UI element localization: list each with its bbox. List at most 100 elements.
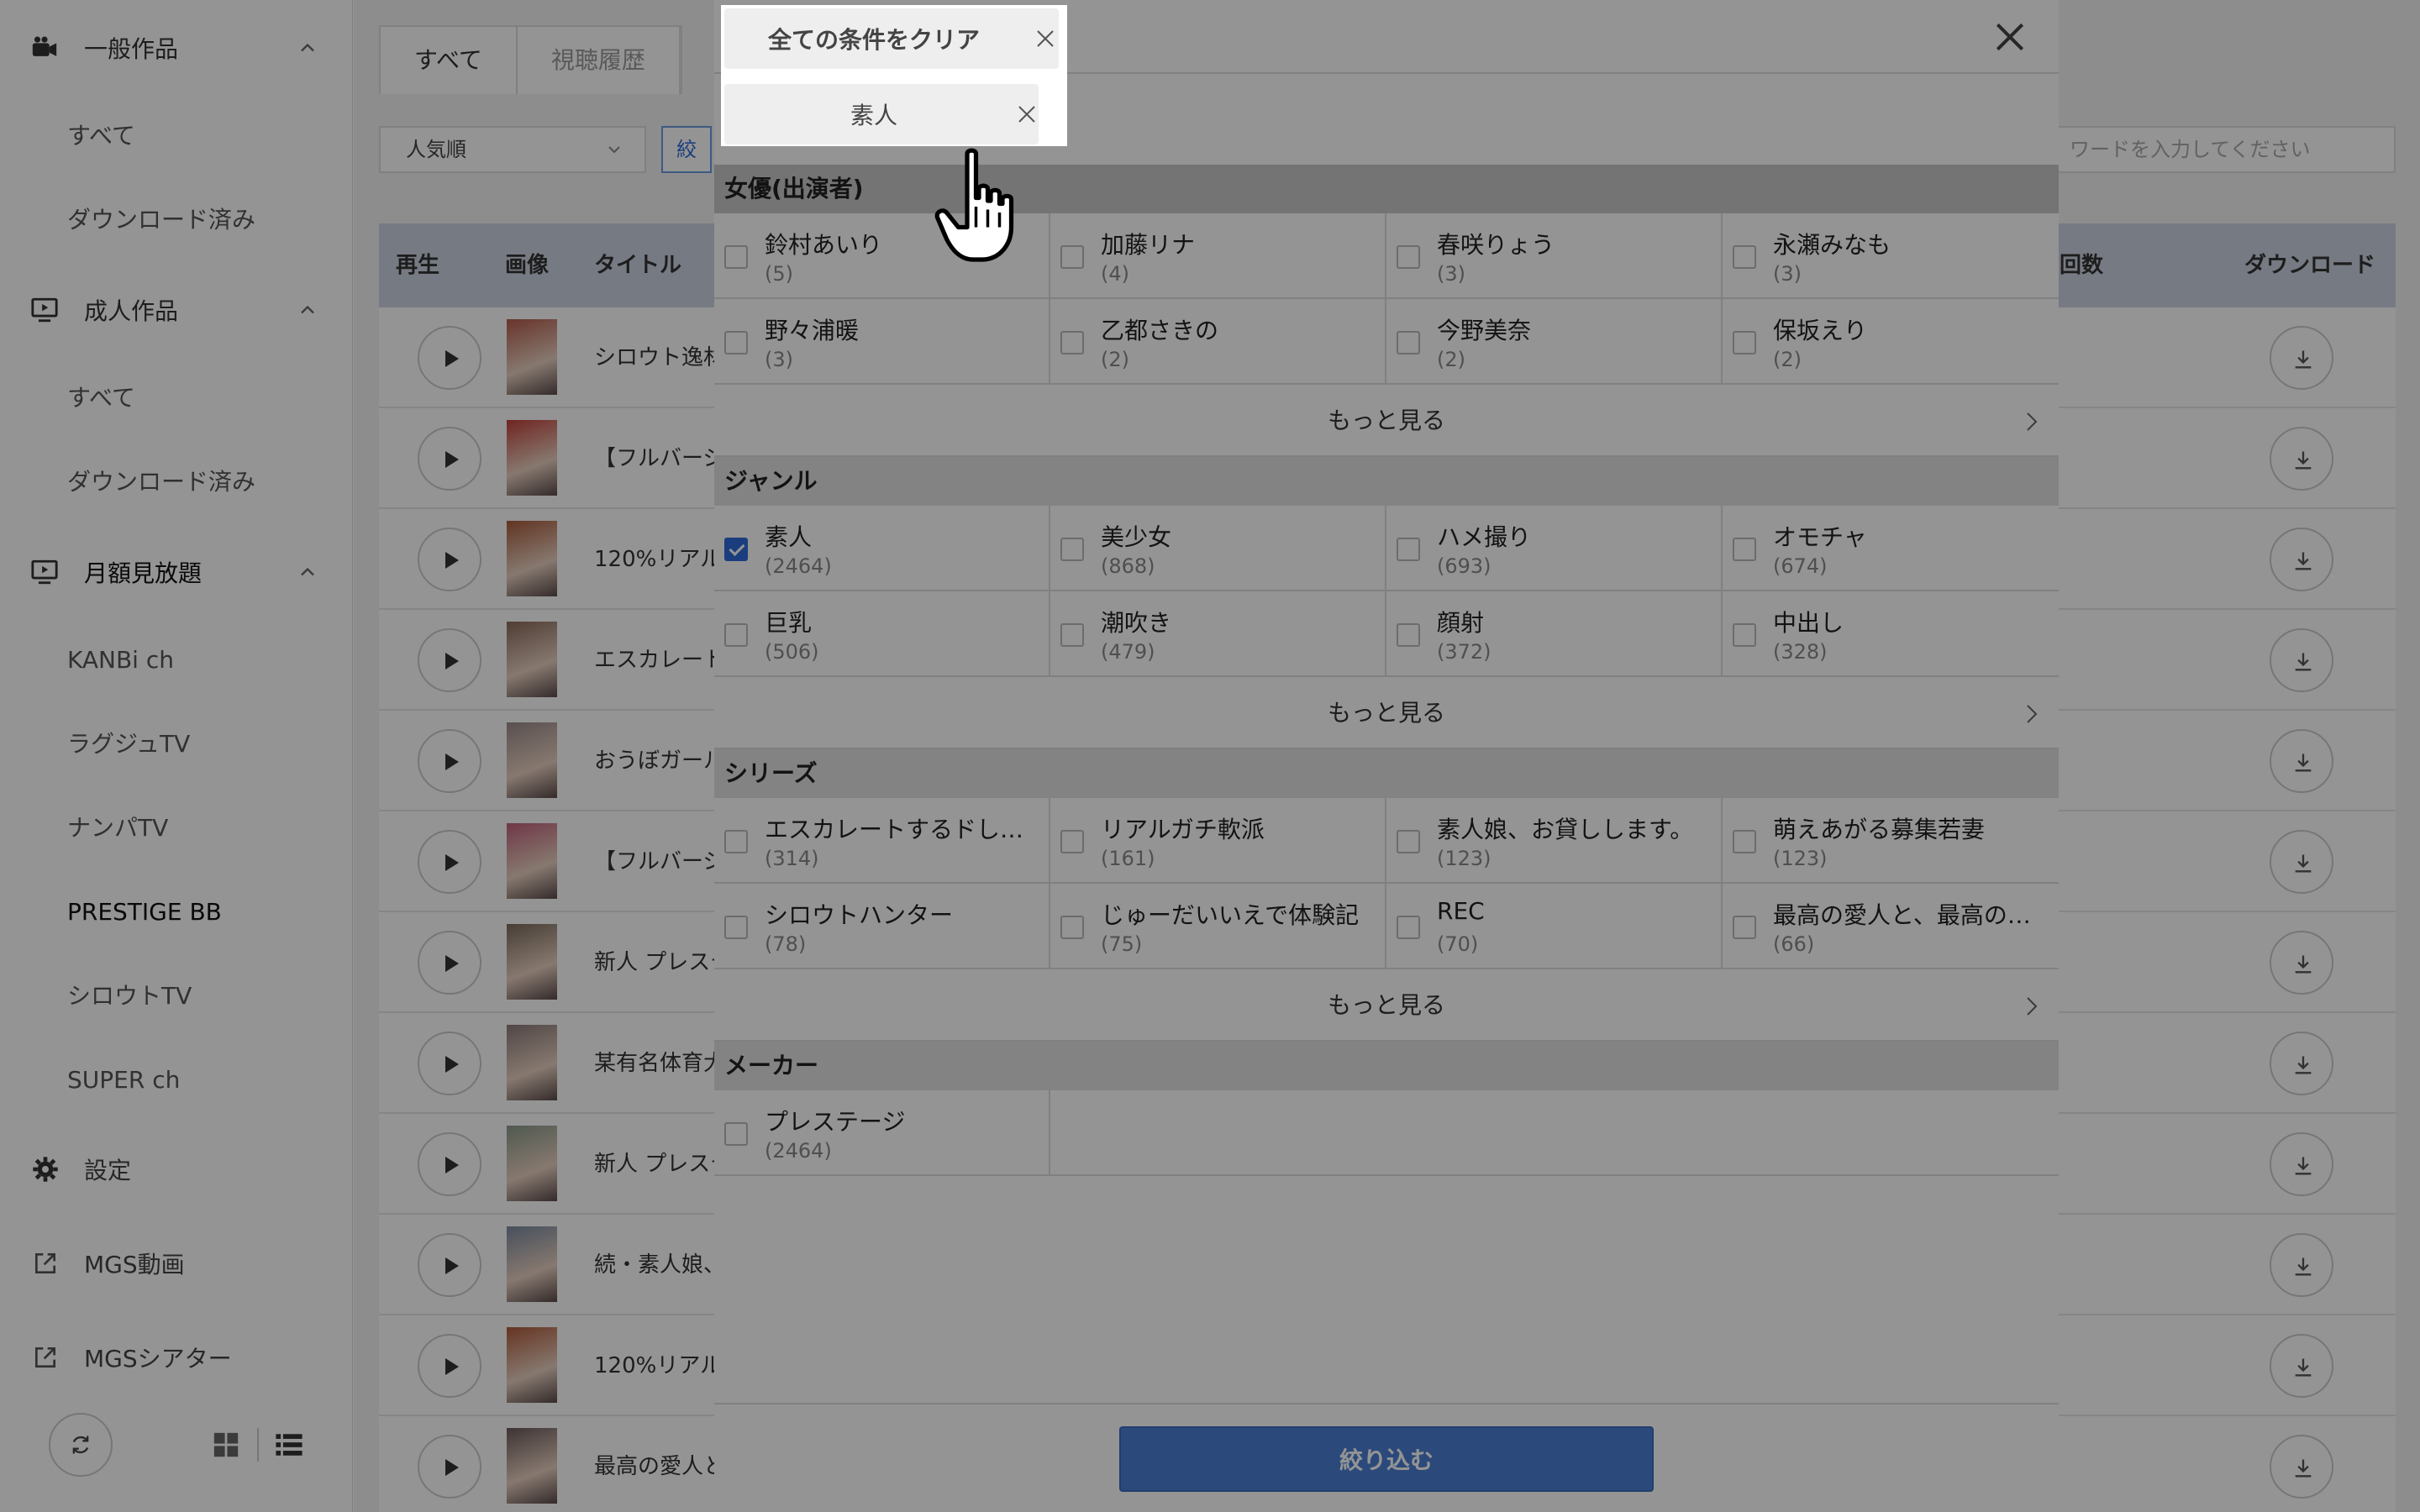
pointing-hand-cursor-icon — [934, 148, 1014, 262]
filter-checkbox[interactable] — [1397, 830, 1420, 853]
filter-option-name: オモチャ — [1773, 523, 1867, 551]
filter-option-count: (2464) — [765, 1139, 832, 1163]
filter-checkbox[interactable] — [1060, 830, 1084, 853]
filter-checkbox[interactable] — [1733, 331, 1756, 354]
filter-option-name: プレステージ — [765, 1108, 906, 1136]
filter-checkbox[interactable] — [724, 916, 748, 939]
filter-option-name: じゅーだいいえで体験記 — [1101, 901, 1360, 929]
filter-option-series[interactable]: 素人娘、お貸しします。 (123) — [1386, 798, 1723, 882]
filter-option-name: 保坂えり — [1773, 317, 1868, 344]
filter-option-name: シロウトハンター — [765, 901, 954, 929]
filter-checkbox[interactable] — [724, 1122, 748, 1146]
filter-checkbox[interactable] — [1397, 331, 1420, 354]
filter-option-genres[interactable]: ハメ撮り (693) — [1386, 506, 1723, 590]
filter-option-name: 美少女 — [1101, 523, 1172, 551]
filter-option-count: (5) — [765, 262, 793, 286]
filter-option-count: (506) — [765, 640, 819, 664]
filter-option-genres[interactable]: 巨乳 (506) — [714, 591, 1050, 675]
filter-option-name: エスカレートするドし… — [765, 816, 1024, 843]
filter-option-name: 潮吹き — [1101, 609, 1172, 637]
active-filter-chip[interactable]: 素人 — [724, 84, 1039, 144]
filter-option-count: (2) — [1101, 348, 1129, 371]
filter-option-name: REC — [1437, 897, 1485, 925]
filter-grid-row: 野々浦暖 (3) 乙都さきの (2) 今野美奈 (2) 保坂えり (2) — [714, 299, 2059, 385]
filter-option-count: (3) — [765, 348, 793, 371]
filter-option-series[interactable]: 萌えあがる募集若妻 (123) — [1723, 798, 2059, 882]
filter-checkbox[interactable] — [1060, 331, 1084, 354]
filter-checkbox[interactable] — [1397, 538, 1420, 561]
show-more-label: もっと見る — [1327, 407, 1445, 434]
active-filter-chip-label: 素人 — [850, 102, 898, 129]
filter-checkbox[interactable] — [724, 623, 748, 647]
filter-option-actresses[interactable]: 乙都さきの (2) — [1050, 299, 1386, 383]
filter-modal: 女優(出演者) 鈴村あいり (5) 加藤リナ (4) 春咲りょう (3) 永瀬みなも (3) 野々… — [714, 0, 2059, 1512]
filter-option-genres[interactable]: 素人 (2464) — [714, 506, 1050, 590]
apply-filter-button[interactable]: 絞り込む — [1119, 1426, 1654, 1492]
filter-option-series[interactable]: シロウトハンター (78) — [714, 884, 1050, 968]
filter-option-genres[interactable]: 潮吹き (479) — [1050, 591, 1386, 675]
filter-option-genres[interactable]: 中出し (328) — [1723, 591, 2059, 675]
filter-checkbox[interactable] — [1733, 916, 1756, 939]
show-more-series[interactable]: もっと見る — [714, 969, 2059, 1042]
filter-option-actresses[interactable]: 永瀬みなも (3) — [1723, 213, 2059, 297]
filter-option-actresses[interactable]: 今野美奈 (2) — [1386, 299, 1723, 383]
category-header-genres: ジャンル — [714, 457, 2059, 506]
filter-option-series[interactable]: じゅーだいいえで体験記 (75) — [1050, 884, 1386, 968]
filter-option-count: (2) — [1437, 348, 1465, 371]
filter-checkbox[interactable] — [1060, 623, 1084, 647]
filter-option-name: 素人 — [765, 523, 813, 551]
chevron-right-icon — [2027, 705, 2038, 723]
filter-option-genres[interactable]: 顔射 (372) — [1386, 591, 1723, 675]
filter-checkbox[interactable] — [1060, 916, 1084, 939]
show-more-actresses[interactable]: もっと見る — [714, 385, 2059, 457]
close-icon — [1037, 30, 1054, 47]
filter-option-actresses[interactable]: 保坂えり (2) — [1723, 299, 2059, 383]
filter-option-series[interactable]: リアルガチ軟派 (161) — [1050, 798, 1386, 882]
show-more-label: もっと見る — [1327, 699, 1445, 727]
clear-all-conditions-button[interactable]: 全ての条件をクリア — [724, 8, 1059, 69]
filter-checkbox[interactable] — [1397, 916, 1420, 939]
filter-checkbox[interactable] — [1733, 623, 1756, 647]
filter-checkbox[interactable] — [1397, 245, 1420, 269]
filter-checkbox[interactable] — [1060, 245, 1084, 269]
filter-option-series[interactable]: REC (70) — [1386, 884, 1723, 968]
filter-option-name: 春咲りょう — [1437, 231, 1555, 259]
show-more-genres[interactable]: もっと見る — [714, 677, 2059, 749]
filter-option-count: (78) — [765, 932, 807, 956]
filter-checkbox[interactable] — [1733, 245, 1756, 269]
filter-checkbox[interactable] — [724, 538, 748, 561]
filter-checkbox[interactable] — [1060, 538, 1084, 561]
filter-option-actresses[interactable]: 春咲りょう (3) — [1386, 213, 1723, 297]
filter-option-actresses[interactable]: 加藤リナ (4) — [1050, 213, 1386, 297]
filter-option-name: 巨乳 — [765, 609, 813, 637]
filter-option-count: (693) — [1437, 554, 1491, 578]
category-header-makers: メーカー — [714, 1042, 2059, 1090]
filter-option-series[interactable]: エスカレートするドし… (314) — [714, 798, 1050, 882]
filter-checkbox[interactable] — [724, 331, 748, 354]
filter-option-count: (2) — [1773, 348, 1802, 371]
spotlight-region: 全ての条件をクリア 素人 — [721, 5, 1067, 146]
filter-option-count: (75) — [1101, 932, 1143, 956]
filter-checkbox[interactable] — [724, 245, 748, 269]
filter-option-count: (4) — [1101, 262, 1129, 286]
filter-grid-row: 素人 (2464) 美少女 (868) ハメ撮り (693) オモチャ (674) — [714, 506, 2059, 591]
filter-option-count: (372) — [1437, 640, 1491, 664]
close-icon[interactable] — [1991, 18, 2028, 55]
filter-grid-row: シロウトハンター (78) じゅーだいいえで体験記 (75) REC (70) 最高の愛人と… — [714, 884, 2059, 969]
filter-option-series[interactable]: 最高の愛人と、最高の… (66) — [1723, 884, 2059, 968]
filter-checkbox[interactable] — [1397, 623, 1420, 647]
filter-option-name: ハメ撮り — [1437, 523, 1532, 551]
filter-option-name: 素人娘、お貸しします。 — [1437, 816, 1694, 843]
filter-checkbox[interactable] — [1733, 830, 1756, 853]
filter-option-genres[interactable]: 美少女 (868) — [1050, 506, 1386, 590]
filter-option-actresses[interactable]: 野々浦暖 (3) — [714, 299, 1050, 383]
filter-option-count: (328) — [1773, 640, 1828, 664]
filter-grid-row: 鈴村あいり (5) 加藤リナ (4) 春咲りょう (3) 永瀬みなも (3) — [714, 213, 2059, 299]
filter-checkbox[interactable] — [724, 830, 748, 853]
filter-option-count: (3) — [1437, 262, 1465, 286]
filter-option-makers[interactable]: プレステージ (2464) — [714, 1090, 1050, 1174]
filter-checkbox[interactable] — [1733, 538, 1756, 561]
filter-option-name: 加藤リナ — [1101, 231, 1196, 259]
filter-option-genres[interactable]: オモチャ (674) — [1723, 506, 2059, 590]
filter-option-name: 野々浦暖 — [765, 317, 860, 344]
